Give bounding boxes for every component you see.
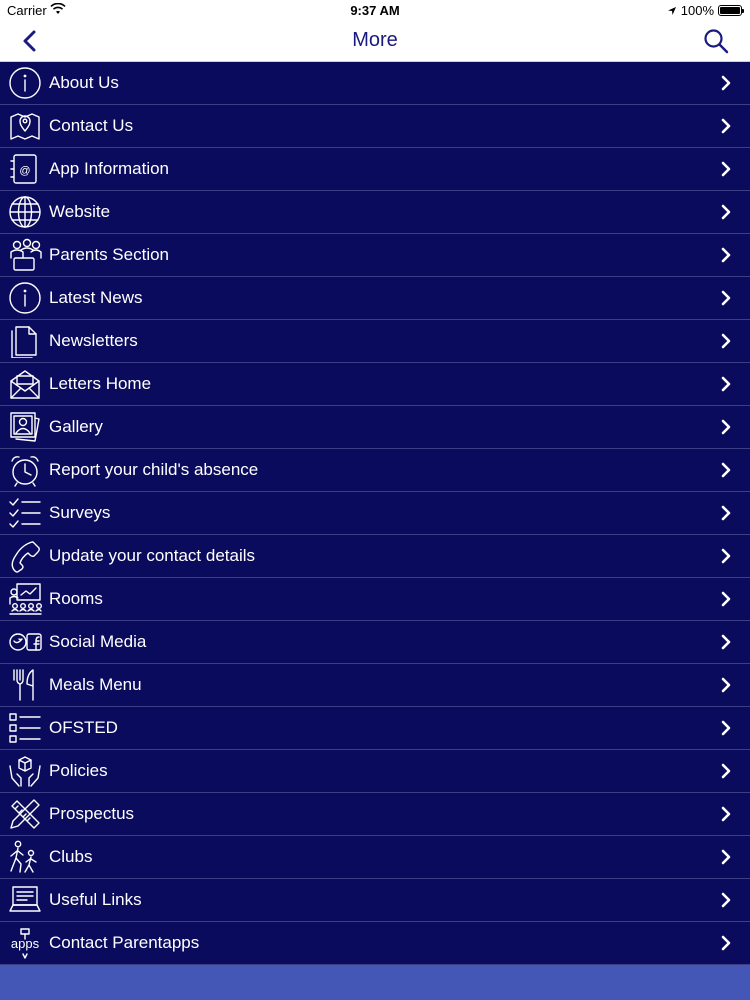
envelope-icon (8, 367, 42, 401)
document-icon (8, 324, 42, 358)
chevron-right-icon (720, 763, 732, 779)
menu-item-label: Meals Menu (49, 675, 142, 694)
chevron-right-icon (720, 806, 732, 822)
info-icon (8, 281, 42, 315)
chevron-right-icon (720, 849, 732, 865)
chevron-right-icon (720, 892, 732, 908)
chevron-right-icon (720, 161, 732, 177)
chevron-right-icon (720, 591, 732, 607)
menu-item-label: Report your child's absence (49, 460, 259, 479)
menu-item-label: Newsletters (49, 331, 138, 350)
menu-item-letters-home[interactable]: Letters Home (0, 363, 750, 406)
alarm-clock-icon (8, 453, 42, 487)
address-book-icon: @ (8, 152, 42, 186)
battery-fill (720, 7, 740, 14)
menu-item-meals-menu[interactable]: Meals Menu (0, 664, 750, 707)
walking-people-icon (8, 840, 42, 874)
laptop-icon (8, 883, 42, 917)
status-bar: Carrier 9:37 AM 100% (0, 0, 750, 20)
menu-item-gallery[interactable]: Gallery (0, 406, 750, 449)
menu-item-label: Website (49, 202, 111, 221)
chevron-right-icon (720, 333, 732, 349)
menu-item-about-us[interactable]: About Us (0, 62, 750, 105)
menu-item-policies[interactable]: Policies (0, 750, 750, 793)
checklist-icon (8, 496, 42, 530)
menu-item-label: Contact Parentapps (49, 933, 200, 952)
menu-item-parents-section[interactable]: Parents Section (0, 234, 750, 277)
menu-item-contact-parentapps[interactable]: apps Contact Parentapps (0, 922, 750, 965)
search-icon (704, 29, 729, 54)
photos-icon (8, 410, 42, 444)
battery-percentage: 100% (680, 3, 714, 18)
bottom-bar (0, 965, 750, 1000)
phone-icon (8, 539, 42, 573)
chevron-right-icon (720, 247, 732, 263)
menu-item-clubs[interactable]: Clubs (0, 836, 750, 879)
hands-box-icon (8, 754, 42, 788)
classroom-icon (8, 582, 42, 616)
more-menu-list: About Us Contact Us @ App Information Websit… (0, 62, 750, 965)
chevron-right-icon (720, 462, 732, 478)
battery-icon (718, 5, 744, 16)
menu-item-label: Clubs (49, 847, 93, 866)
chevron-right-icon (720, 720, 732, 736)
menu-item-prospectus[interactable]: Prospectus (0, 793, 750, 836)
chevron-right-icon (720, 204, 732, 220)
menu-item-useful-links[interactable]: Useful Links (0, 879, 750, 922)
menu-item-label: Policies (49, 761, 108, 780)
chevron-right-icon (720, 677, 732, 693)
menu-item-label: Parents Section (49, 245, 170, 264)
chevron-right-icon (720, 505, 732, 521)
page-title: More (352, 29, 398, 51)
menu-item-update-your-contact-details[interactable]: Update your contact details (0, 535, 750, 578)
map-pin-icon (8, 109, 42, 143)
menu-item-label: Surveys (49, 503, 111, 522)
chevron-right-icon (720, 75, 732, 91)
menu-item-label: Prospectus (49, 804, 135, 823)
chevron-right-icon (720, 118, 732, 134)
menu-item-label: OFSTED (49, 718, 118, 737)
menu-item-label: Social Media (49, 632, 147, 651)
menu-item-label: Update your contact details (49, 546, 256, 565)
menu-item-label: Gallery (49, 417, 103, 436)
social-icon (8, 625, 42, 659)
navigation-bar: More (0, 20, 750, 62)
cutlery-icon (8, 668, 42, 702)
chevron-right-icon (720, 935, 732, 951)
info-icon (8, 66, 42, 100)
apps-icon: apps (8, 926, 42, 960)
chevron-right-icon (720, 419, 732, 435)
location-arrow-icon (667, 6, 677, 16)
menu-item-contact-us[interactable]: Contact Us (0, 105, 750, 148)
chevron-right-icon (720, 290, 732, 306)
checkbox-list-icon (8, 711, 42, 745)
menu-item-newsletters[interactable]: Newsletters (0, 320, 750, 363)
menu-item-label: Contact Us (49, 116, 134, 135)
menu-item-social-media[interactable]: Social Media (0, 621, 750, 664)
menu-item-label: Useful Links (49, 890, 142, 909)
chevron-right-icon (720, 548, 732, 564)
menu-item-label: App Information (49, 159, 170, 178)
menu-item-website[interactable]: Website (0, 191, 750, 234)
menu-item-report-your-child-s-absence[interactable]: Report your child's absence (0, 449, 750, 492)
menu-item-label: About Us (49, 73, 119, 92)
pencil-ruler-icon (8, 797, 42, 831)
menu-item-latest-news[interactable]: Latest News (0, 277, 750, 320)
menu-item-label: Latest News (49, 288, 143, 307)
menu-item-app-information[interactable]: @ App Information (0, 148, 750, 191)
menu-item-label: Rooms (49, 589, 103, 608)
chevron-right-icon (720, 634, 732, 650)
search-button[interactable] (702, 27, 730, 55)
globe-icon (8, 195, 42, 229)
people-icon (8, 238, 42, 272)
menu-item-surveys[interactable]: Surveys (0, 492, 750, 535)
chevron-right-icon (720, 376, 732, 392)
svg-text:@: @ (19, 165, 30, 177)
status-time: 9:37 AM (350, 3, 400, 18)
menu-item-ofsted[interactable]: OFSTED (0, 707, 750, 750)
menu-item-label: Letters Home (49, 374, 152, 393)
menu-item-rooms[interactable]: Rooms (0, 578, 750, 621)
